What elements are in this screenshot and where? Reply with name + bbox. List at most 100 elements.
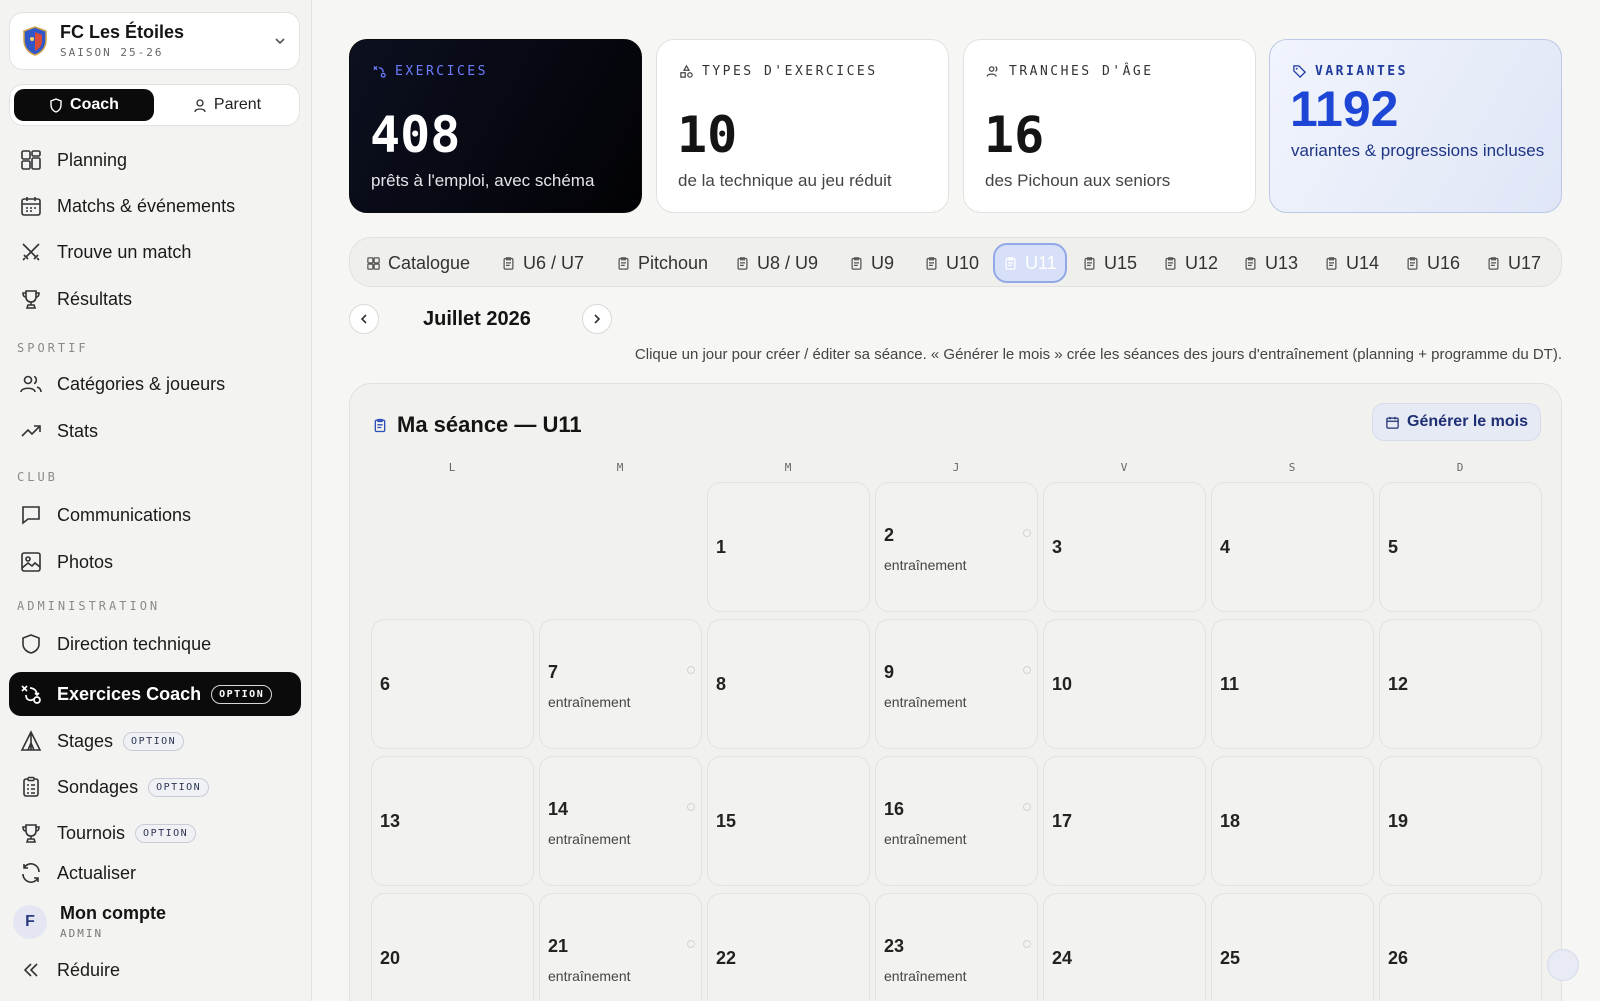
nav-planning[interactable]: Planning bbox=[9, 138, 301, 182]
nav-categories[interactable]: Catégories & joueurs bbox=[9, 362, 301, 406]
nav-matchs[interactable]: Matchs & événements bbox=[9, 184, 301, 228]
clipboard-icon bbox=[737, 256, 748, 270]
tab-pitchoun[interactable]: Pitchoun bbox=[608, 243, 716, 283]
day-number: 19 bbox=[1388, 811, 1409, 831]
nav-communications[interactable]: Communications bbox=[9, 493, 301, 537]
stat-desc: variantes & progressions incluses bbox=[1291, 141, 1545, 160]
stat-label: TRANCHES D'ÂGE bbox=[986, 64, 1154, 79]
day-number: 9 bbox=[884, 662, 895, 682]
day-number: 5 bbox=[1388, 537, 1399, 557]
calendar-day[interactable]: 12 bbox=[1379, 619, 1542, 749]
clipboard-icon bbox=[926, 256, 937, 270]
calendar-day[interactable]: 5 bbox=[1379, 482, 1542, 612]
calendar-day[interactable]: 3 bbox=[1043, 482, 1206, 612]
session-calendar: Ma séance — U11 Générer le mois LMMJVSD … bbox=[349, 383, 1562, 1001]
tab-label: U11 bbox=[1025, 252, 1057, 273]
nav-trouve-match[interactable]: Trouve un match bbox=[9, 230, 301, 274]
role-parent-label: Parent bbox=[213, 96, 262, 113]
calendar-day[interactable]: 1 bbox=[707, 482, 870, 612]
generate-month-button[interactable]: Générer le mois bbox=[1372, 403, 1541, 441]
tab-u16[interactable]: U16 bbox=[1397, 243, 1468, 283]
nav-sondages[interactable]: Sondages OPTION bbox=[9, 765, 301, 809]
calendar-day[interactable]: 11 bbox=[1211, 619, 1374, 749]
tab-u14[interactable]: U14 bbox=[1316, 243, 1387, 283]
actualiser-button[interactable]: Actualiser bbox=[9, 851, 301, 895]
club-selector[interactable]: FC Les Étoiles SAISON 25-26 bbox=[9, 12, 300, 70]
calendar-day[interactable]: 19 bbox=[1379, 756, 1542, 886]
day-number: 4 bbox=[1220, 537, 1231, 557]
tab-u6-u7[interactable]: U6 / U7 bbox=[493, 243, 592, 283]
calendar-day[interactable]: 16 entraînement bbox=[875, 756, 1038, 886]
day-number: 7 bbox=[548, 662, 559, 682]
calendar-day[interactable]: 7 entraînement bbox=[539, 619, 702, 749]
calendar-day[interactable]: 14 entraînement bbox=[539, 756, 702, 886]
calendar-day[interactable]: 6 bbox=[371, 619, 534, 749]
sidebar: FC Les Étoiles SAISON 25-26 Coach Parent… bbox=[0, 0, 312, 1001]
account-role: ADMIN bbox=[60, 927, 104, 940]
shield-icon bbox=[50, 97, 62, 113]
session-label: entraînement bbox=[884, 968, 967, 984]
nav-direction-technique[interactable]: Direction technique bbox=[9, 622, 301, 666]
day-number: 25 bbox=[1220, 948, 1241, 968]
nav-photos[interactable]: Photos bbox=[9, 540, 301, 584]
option-badge: OPTION bbox=[123, 731, 185, 751]
nav-photos-label: Photos bbox=[57, 551, 114, 572]
tab-u12[interactable]: U12 bbox=[1155, 243, 1226, 283]
session-status-dot bbox=[687, 666, 695, 674]
nav-resultats[interactable]: Résultats bbox=[9, 277, 301, 321]
calendar-day[interactable]: 13 bbox=[371, 756, 534, 886]
image-icon bbox=[21, 552, 41, 572]
tab-label: Catalogue bbox=[388, 252, 471, 273]
nav-exercices-coach[interactable]: Exercices Coach OPTION bbox=[9, 672, 301, 716]
tab-u15[interactable]: U15 bbox=[1074, 243, 1145, 283]
tab-u13[interactable]: U13 bbox=[1235, 243, 1306, 283]
calendar-day[interactable]: 9 entraînement bbox=[875, 619, 1038, 749]
day-number: 14 bbox=[548, 799, 569, 819]
clipboard-icon bbox=[1488, 256, 1499, 270]
day-number: 26 bbox=[1388, 948, 1409, 968]
next-month-button[interactable] bbox=[582, 304, 612, 334]
calendar-day[interactable]: 22 bbox=[707, 893, 870, 1001]
nav-stages[interactable]: Stages OPTION bbox=[9, 719, 301, 763]
role-parent-button[interactable]: Parent bbox=[158, 89, 296, 121]
calendar-day[interactable]: 15 bbox=[707, 756, 870, 886]
role-coach-button[interactable]: Coach bbox=[14, 89, 154, 121]
account-menu[interactable]: F Mon compte ADMIN bbox=[13, 903, 293, 943]
floating-help-button[interactable] bbox=[1547, 949, 1579, 981]
tab-u17[interactable]: U17 bbox=[1478, 243, 1549, 283]
calendar-day[interactable]: 24 bbox=[1043, 893, 1206, 1001]
tab-u8-u9[interactable]: U8 / U9 bbox=[727, 243, 826, 283]
calendar-day[interactable]: 20 bbox=[371, 893, 534, 1001]
calendar-day[interactable]: 10 bbox=[1043, 619, 1206, 749]
calendar-day[interactable]: 4 bbox=[1211, 482, 1374, 612]
tab-label: U13 bbox=[1265, 252, 1299, 273]
nav-sondages-label: Sondages bbox=[57, 776, 139, 797]
prev-month-button[interactable] bbox=[349, 304, 379, 334]
day-number: 1 bbox=[716, 537, 727, 557]
stat-desc: prêts à l'emploi, avec schéma bbox=[371, 171, 595, 190]
tab-u9[interactable]: U9 bbox=[841, 243, 902, 283]
calendar-day[interactable]: 8 bbox=[707, 619, 870, 749]
calendar-day[interactable]: 2 entraînement bbox=[875, 482, 1038, 612]
trophy-icon bbox=[22, 824, 40, 843]
tab-u10[interactable]: U10 bbox=[916, 243, 987, 283]
calendar-day[interactable]: 26 bbox=[1379, 893, 1542, 1001]
nav-stats[interactable]: Stats bbox=[9, 409, 301, 453]
tab-u11[interactable]: U11 bbox=[993, 243, 1067, 283]
clipboard-icon bbox=[851, 256, 862, 270]
reduire-button[interactable]: Réduire bbox=[9, 948, 301, 992]
day-number: 21 bbox=[548, 936, 569, 956]
generate-month-label: Générer le mois bbox=[1407, 413, 1528, 430]
calendar-day[interactable]: 23 entraînement bbox=[875, 893, 1038, 1001]
trophy-icon bbox=[22, 290, 40, 309]
session-status-dot bbox=[1023, 803, 1031, 811]
calendar-day[interactable]: 21 entraînement bbox=[539, 893, 702, 1001]
nav-tournois[interactable]: Tournois OPTION bbox=[9, 811, 301, 855]
calendar-day[interactable]: 18 bbox=[1211, 756, 1374, 886]
trending-up-icon bbox=[21, 425, 41, 437]
calendar-day[interactable]: 25 bbox=[1211, 893, 1374, 1001]
section-sportif: SPORTIF bbox=[17, 341, 89, 355]
calendar-day[interactable]: 17 bbox=[1043, 756, 1206, 886]
tab-catalogue[interactable]: Catalogue bbox=[358, 243, 478, 283]
clipboard-icon bbox=[503, 256, 514, 270]
